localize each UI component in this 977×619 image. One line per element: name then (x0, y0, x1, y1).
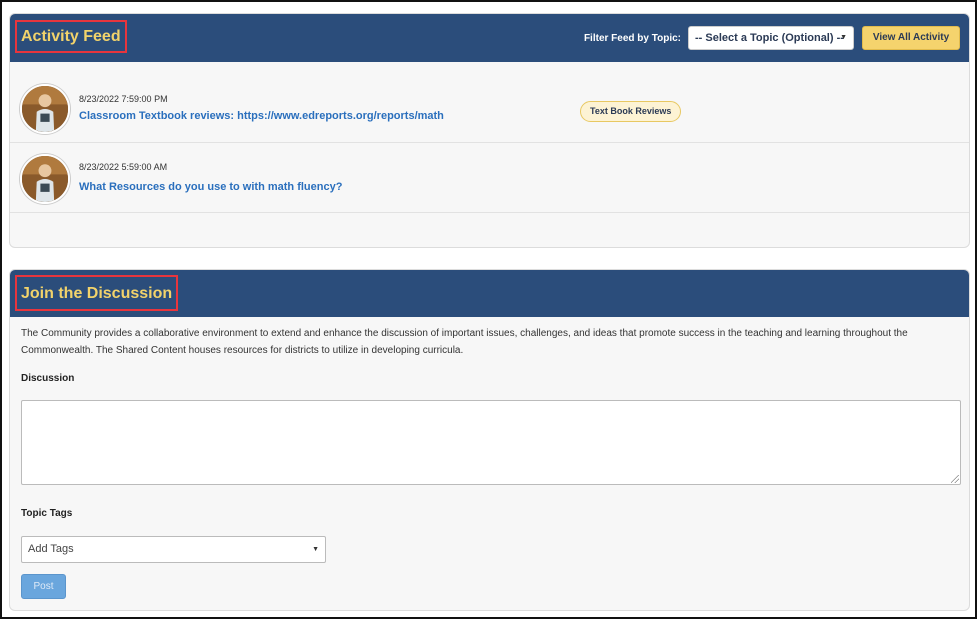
discussion-panel: Join the Discussion The Community provid… (9, 269, 970, 611)
discussion-label: Discussion (21, 373, 75, 384)
feed-post-link[interactable]: Classroom Textbook reviews: https://www.… (79, 110, 444, 122)
feed-post-link[interactable]: What Resources do you use to with math f… (79, 181, 342, 193)
window-frame: Activity Feed Filter Feed by Topic: -- S… (0, 0, 977, 619)
feed-timestamp: 8/23/2022 5:59:00 AM (79, 162, 168, 172)
discussion-header: Join the Discussion (10, 270, 969, 317)
discussion-textarea[interactable] (21, 400, 961, 485)
post-button[interactable]: Post (21, 574, 66, 599)
add-tags-select[interactable]: Add Tags ▼ (21, 536, 326, 563)
feed-item: 8/23/2022 7:59:00 PM Classroom Textbook … (10, 74, 969, 143)
feed-timestamp: 8/23/2022 7:59:00 PM (79, 94, 168, 104)
topic-filter-select[interactable]: -- Select a Topic (Optional) -- ▼ (688, 26, 854, 50)
avatar (20, 84, 70, 134)
activity-feed-title: Activity Feed (15, 20, 127, 53)
add-tags-placeholder: Add Tags (28, 543, 74, 555)
topic-tag-badge[interactable]: Text Book Reviews (580, 101, 682, 122)
avatar (20, 154, 70, 204)
chevron-down-icon: ▼ (840, 34, 847, 41)
discussion-description: The Community provides a collaborative e… (21, 328, 908, 356)
topic-filter-value: -- Select a Topic (Optional) -- (695, 32, 844, 44)
filter-feed-label: Filter Feed by Topic: (583, 33, 681, 44)
view-all-activity-button[interactable]: View All Activity (862, 26, 960, 50)
feed-item: 8/23/2022 5:59:00 AM What Resources do y… (10, 144, 969, 213)
chevron-down-icon: ▼ (312, 546, 319, 553)
topic-tags-label: Topic Tags (21, 508, 73, 519)
activity-feed-header: Activity Feed Filter Feed by Topic: -- S… (10, 14, 969, 62)
resize-grip-icon[interactable] (951, 475, 959, 483)
activity-feed-panel: Activity Feed Filter Feed by Topic: -- S… (9, 13, 970, 248)
discussion-title: Join the Discussion (15, 275, 179, 311)
